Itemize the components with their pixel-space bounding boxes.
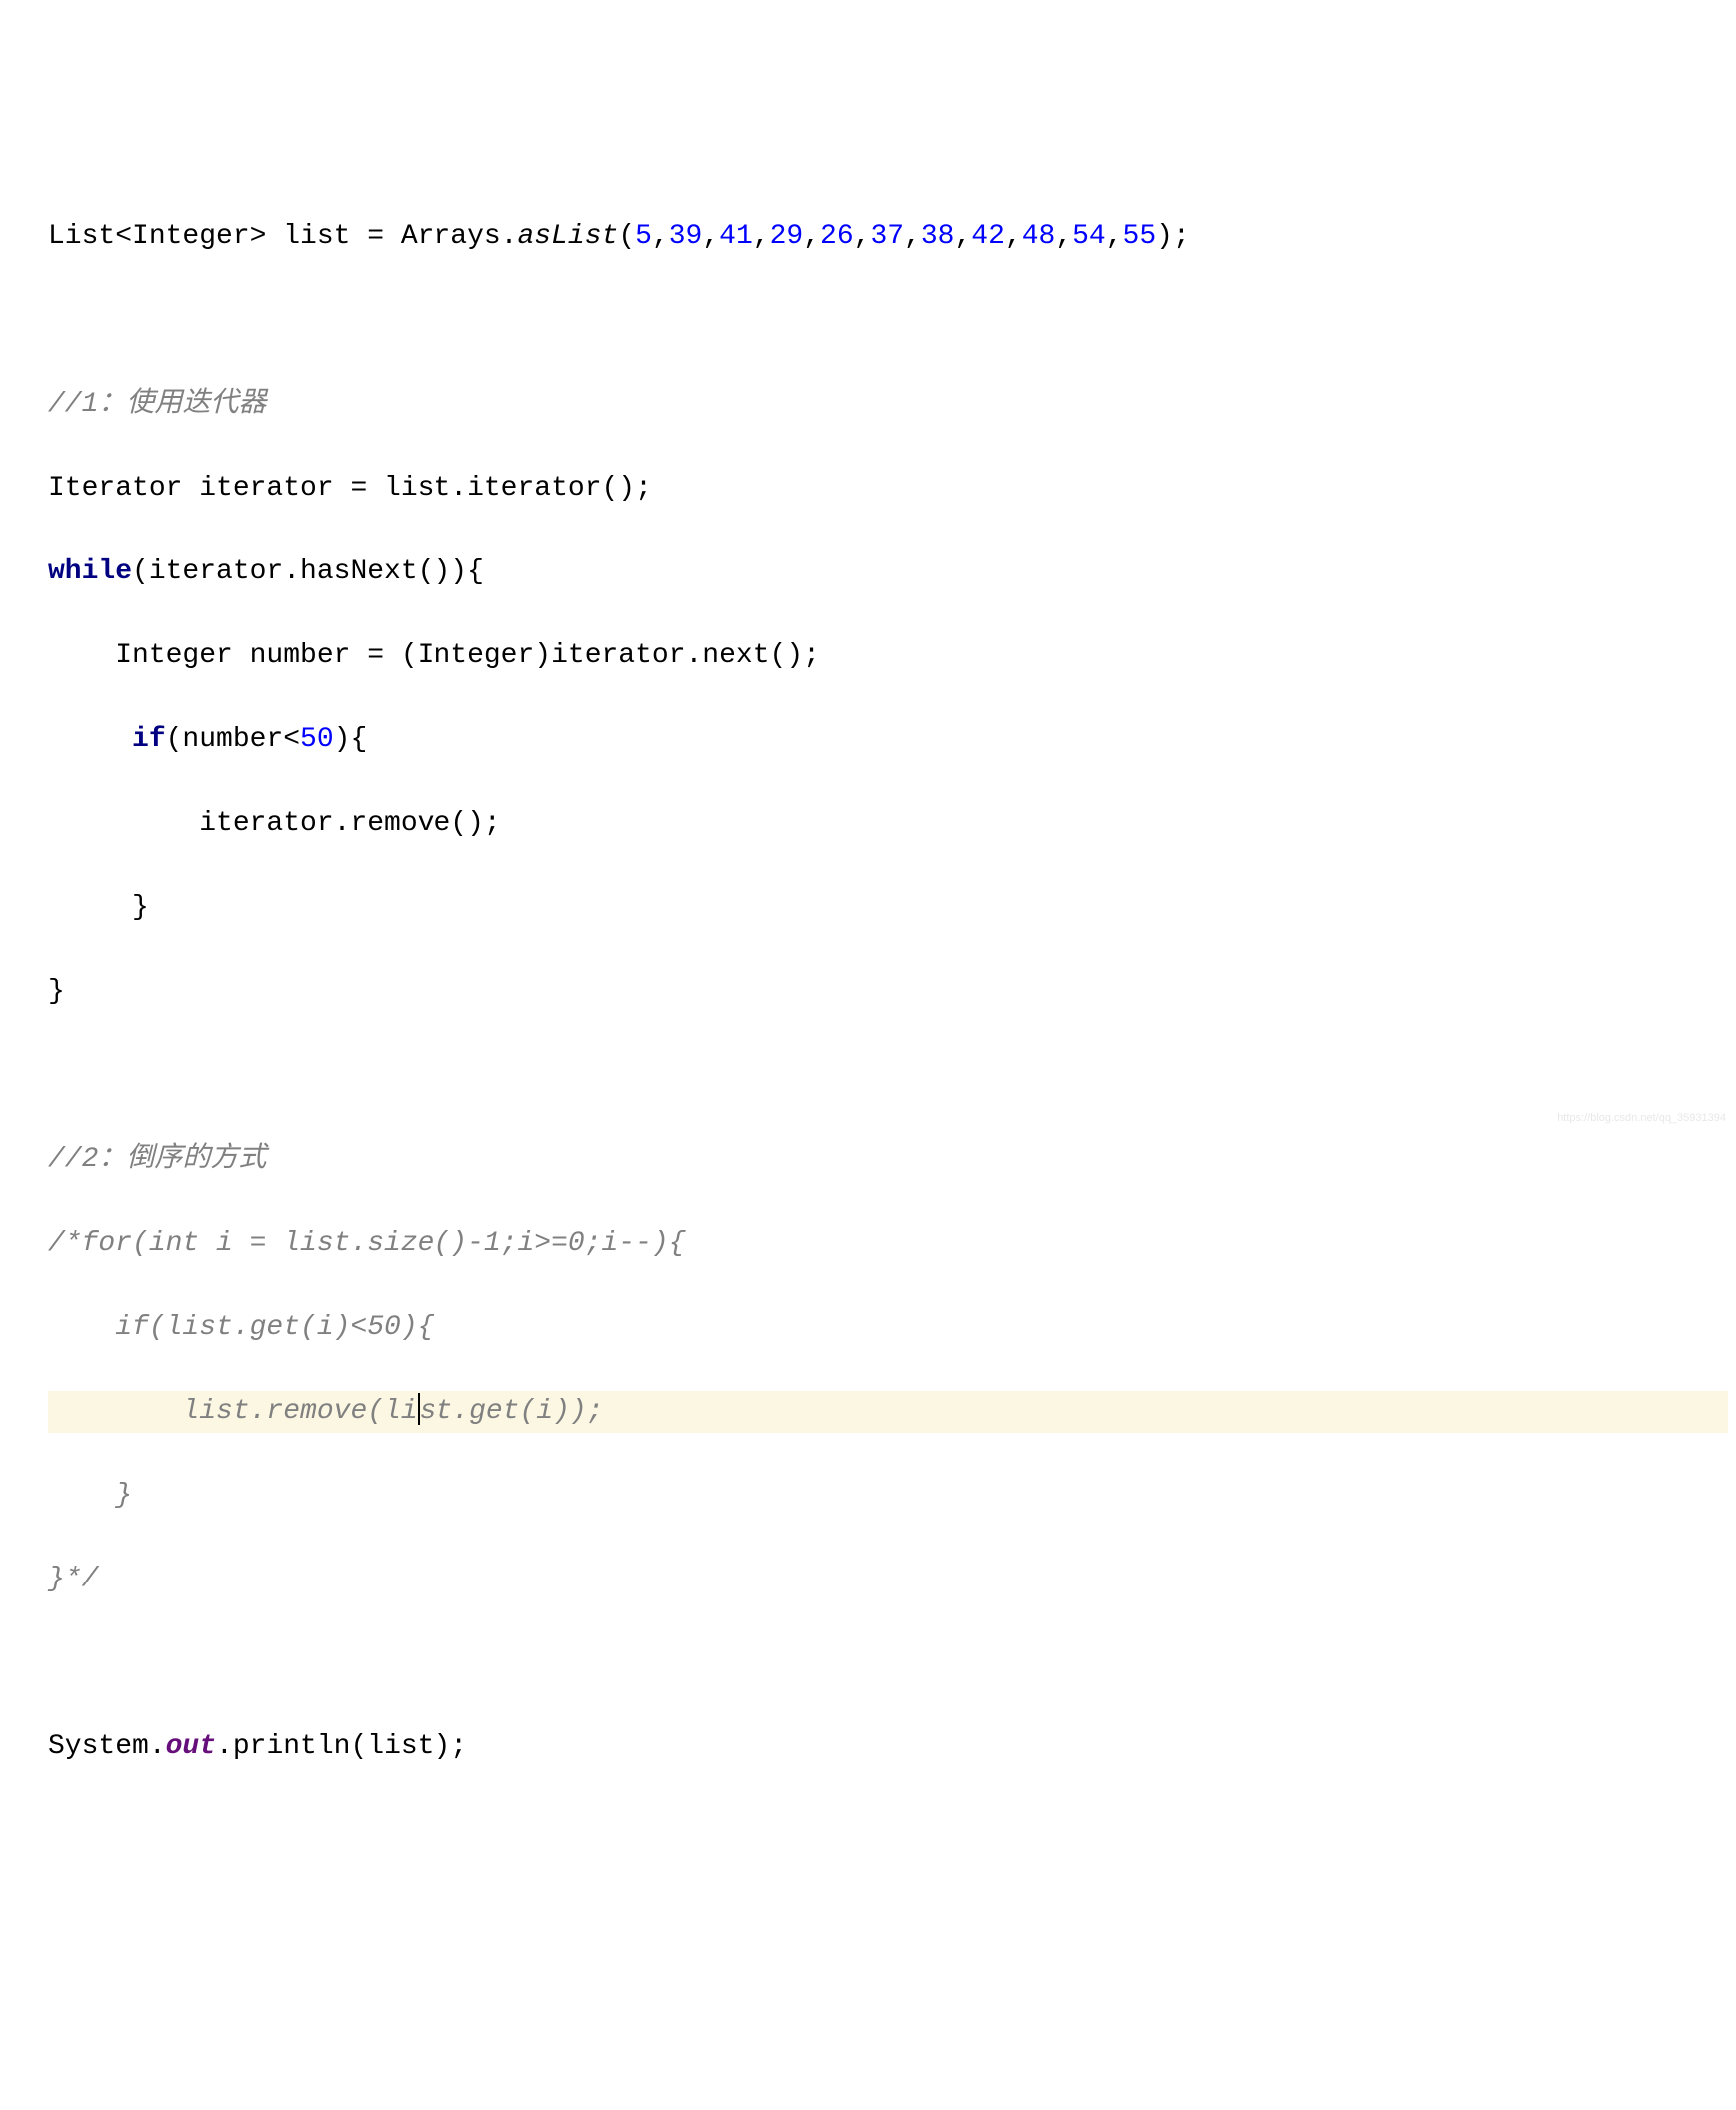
code-text: ,	[1106, 221, 1123, 252]
code-text: System.	[48, 1731, 166, 1762]
code-text: ,	[1005, 221, 1022, 252]
code-line-1[interactable]: List<Integer> list = Arrays.asList(5,39,…	[48, 216, 1728, 258]
code-number: 39	[669, 221, 703, 252]
code-text: Integer number = (Integer)iterator.next(…	[48, 640, 820, 671]
code-comment: //2：倒序的方式	[48, 1144, 266, 1175]
code-comment: /*for(int i = list.size()-1;i>=0;i--){	[48, 1228, 686, 1259]
code-comment: //1：使用迭代器	[48, 389, 266, 420]
code-line-19[interactable]: System.out.println(list);	[48, 1726, 1728, 1768]
text-cursor	[418, 1393, 420, 1425]
code-keyword: while	[48, 556, 132, 587]
code-text: );	[1156, 221, 1190, 252]
code-text: (	[618, 221, 635, 252]
code-number: 29	[770, 221, 804, 252]
code-text: ,	[702, 221, 719, 252]
code-number: 5	[635, 221, 652, 252]
code-static-field: out	[166, 1731, 216, 1762]
code-line-13[interactable]: /*for(int i = list.size()-1;i>=0;i--){	[48, 1223, 1728, 1265]
code-line-9[interactable]: }	[48, 887, 1728, 929]
code-comment: }	[48, 1480, 132, 1511]
code-text: List<Integer> list = Arrays.	[48, 221, 517, 252]
code-keyword: if	[132, 724, 166, 755]
code-number: 26	[820, 221, 854, 252]
code-line-8[interactable]: iterator.remove();	[48, 803, 1728, 845]
code-line-highlighted[interactable]: list.remove(list.get(i));	[48, 1391, 1728, 1433]
code-text: Iterator iterator = list.iterator();	[48, 473, 652, 504]
code-comment: if(list.get(i)<50){	[48, 1312, 434, 1343]
code-line-10[interactable]: }	[48, 971, 1728, 1013]
code-text: (number<	[166, 724, 300, 755]
watermark: https://blog.csdn.net/qq_35931394	[1557, 1110, 1726, 1127]
code-line-17[interactable]: }*/	[48, 1559, 1728, 1600]
code-number: 41	[719, 221, 753, 252]
code-text: ,	[803, 221, 820, 252]
code-line-blank[interactable]	[48, 1055, 1728, 1097]
code-line-3[interactable]: //1：使用迭代器	[48, 384, 1728, 426]
code-line-blank[interactable]	[48, 1642, 1728, 1684]
code-number: 50	[300, 724, 334, 755]
code-number: 54	[1072, 221, 1106, 252]
code-comment: }*/	[48, 1564, 98, 1594]
code-line-6[interactable]: Integer number = (Integer)iterator.next(…	[48, 635, 1728, 677]
code-method: asList	[517, 221, 618, 252]
code-number: 38	[921, 221, 955, 252]
code-line-4[interactable]: Iterator iterator = list.iterator();	[48, 468, 1728, 510]
code-text	[48, 724, 132, 755]
code-text: iterator.remove();	[48, 808, 501, 839]
code-text: ,	[652, 221, 669, 252]
code-text: }	[48, 976, 65, 1007]
code-editor[interactable]: List<Integer> list = Arrays.asList(5,39,…	[48, 216, 1728, 1768]
code-text: ,	[954, 221, 971, 252]
code-comment: st.get(i));	[420, 1396, 604, 1427]
code-line-16[interactable]: }	[48, 1475, 1728, 1517]
code-text: (iterator.hasNext()){	[132, 556, 484, 587]
code-line-7[interactable]: if(number<50){	[48, 719, 1728, 761]
code-line-5[interactable]: while(iterator.hasNext()){	[48, 551, 1728, 593]
code-comment: list.remove(li	[48, 1396, 418, 1427]
code-text: ,	[904, 221, 921, 252]
code-number: 37	[870, 221, 904, 252]
code-number: 42	[971, 221, 1005, 252]
code-number: 55	[1123, 221, 1157, 252]
code-line-blank[interactable]	[48, 300, 1728, 342]
code-number: 48	[1022, 221, 1056, 252]
code-text: }	[48, 892, 149, 923]
code-text: ,	[854, 221, 871, 252]
code-text: ,	[1055, 221, 1072, 252]
code-line-14[interactable]: if(list.get(i)<50){	[48, 1307, 1728, 1349]
code-text: .println(list);	[216, 1731, 467, 1762]
code-text: ){	[334, 724, 368, 755]
code-line-12[interactable]: //2：倒序的方式	[48, 1139, 1728, 1181]
code-text: ,	[753, 221, 770, 252]
